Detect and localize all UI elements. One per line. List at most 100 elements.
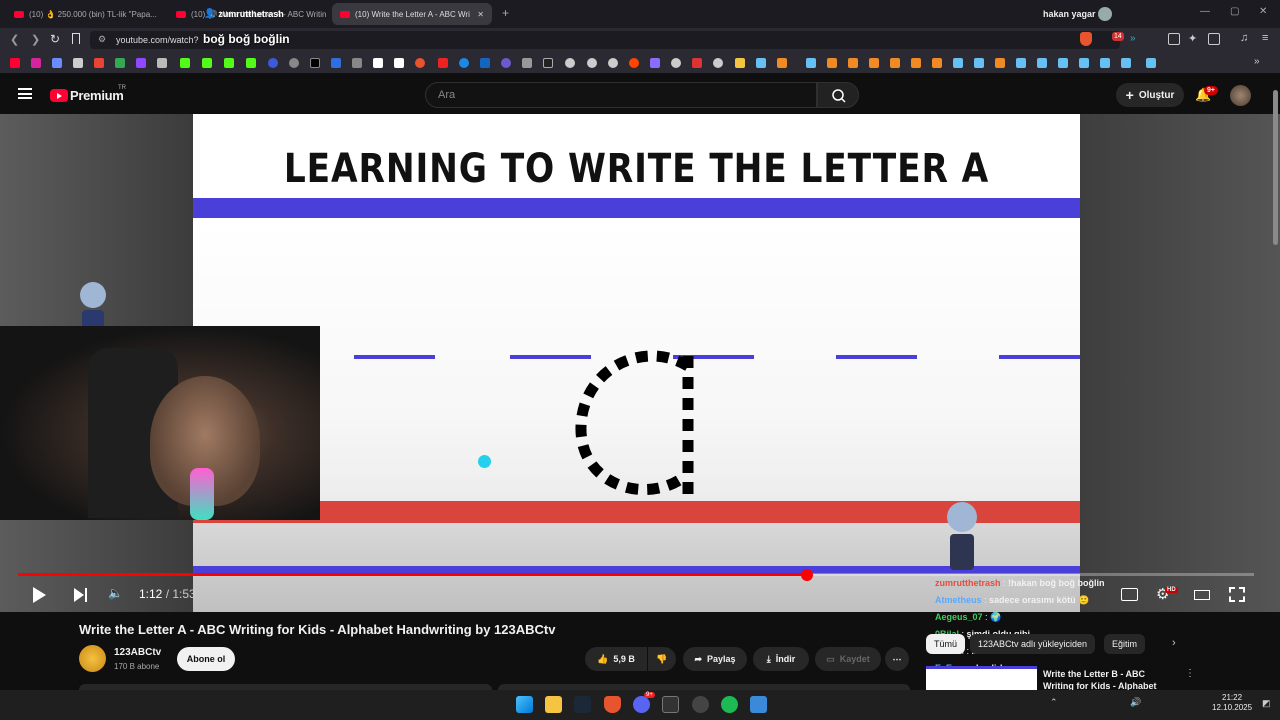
fullscreen-icon[interactable] bbox=[1229, 587, 1245, 602]
bookmark-icon[interactable] bbox=[650, 58, 660, 68]
bookmark-icon[interactable] bbox=[543, 58, 553, 68]
reload-icon[interactable]: ↻ bbox=[50, 32, 60, 46]
maximize-icon[interactable]: ▢ bbox=[1230, 6, 1239, 17]
brave-icon[interactable] bbox=[604, 696, 621, 713]
steam-bookmark-icon[interactable] bbox=[1037, 58, 1047, 68]
bookmark-icon[interactable] bbox=[289, 58, 299, 68]
back-icon[interactable]: ❮ bbox=[10, 33, 19, 46]
bookmark-icon[interactable] bbox=[373, 58, 383, 68]
music-icon[interactable]: ♫ bbox=[1240, 32, 1248, 44]
bookmark-icon[interactable] bbox=[890, 58, 900, 68]
menu-icon[interactable]: ≡ bbox=[1262, 32, 1268, 44]
sidebar-icon[interactable] bbox=[1208, 33, 1220, 45]
bookmark-icon[interactable] bbox=[72, 33, 80, 44]
youtube-logo-text[interactable]: Premium bbox=[70, 88, 124, 103]
more-actions-button[interactable]: ⋯ bbox=[885, 647, 909, 671]
youtube-logo-icon[interactable] bbox=[50, 89, 68, 102]
volume-icon[interactable]: 🔈 bbox=[108, 586, 123, 600]
kick-bookmark-icon[interactable] bbox=[246, 58, 256, 68]
avatar[interactable] bbox=[1230, 85, 1251, 106]
play-icon[interactable] bbox=[33, 587, 46, 603]
system-clock[interactable]: 21:22 12.10.2025 bbox=[1212, 693, 1252, 713]
forward-icon[interactable]: ❯ bbox=[31, 33, 40, 46]
bookmark-icon[interactable] bbox=[713, 58, 723, 68]
puzzle-icon[interactable]: ✦ bbox=[1188, 32, 1197, 45]
dislike-button[interactable]: 👎 bbox=[648, 647, 676, 671]
kick-bookmark-icon[interactable] bbox=[224, 58, 234, 68]
bookmark-icon[interactable] bbox=[522, 58, 532, 68]
kick-bookmark-icon[interactable] bbox=[202, 58, 212, 68]
kebab-menu-icon[interactable]: ⋮ bbox=[1185, 668, 1195, 679]
browser-tab-active[interactable]: (10) Write the Letter A - ABC Wri ✕ bbox=[332, 3, 492, 25]
more-bookmarks-icon[interactable]: » bbox=[1254, 56, 1260, 67]
spotify-icon[interactable] bbox=[721, 696, 738, 713]
chip-education[interactable]: Eğitim bbox=[1104, 634, 1146, 654]
theater-mode-icon[interactable] bbox=[1194, 590, 1210, 600]
site-info-icon[interactable]: ⚙ bbox=[98, 34, 106, 45]
next-video-thumbnail[interactable] bbox=[926, 666, 1037, 690]
bookmark-icon[interactable] bbox=[415, 58, 425, 68]
bookmark-icon[interactable] bbox=[911, 58, 921, 68]
url-field[interactable]: ⚙ youtube.com/watch? 71s boğ boğ boğlin bbox=[90, 31, 1120, 49]
bookmark-icon[interactable] bbox=[501, 58, 511, 68]
screenshot-icon[interactable] bbox=[1168, 33, 1180, 45]
chip-uploader[interactable]: 123ABCtv adlı yükleyiciden bbox=[970, 634, 1096, 654]
bookmark-icon[interactable] bbox=[608, 58, 618, 68]
bookmark-icon[interactable] bbox=[438, 58, 448, 68]
instagram-bookmark-icon[interactable] bbox=[31, 58, 41, 68]
steam-bookmark-icon[interactable] bbox=[1146, 58, 1156, 68]
steam-bookmark-icon[interactable] bbox=[1058, 58, 1068, 68]
close-window-icon[interactable]: ✕ bbox=[1259, 6, 1267, 17]
bookmark-icon[interactable] bbox=[692, 58, 702, 68]
speaker-icon[interactable]: 🔊 bbox=[1130, 697, 1141, 708]
app-icon[interactable] bbox=[662, 696, 679, 713]
steam-bookmark-icon[interactable] bbox=[1079, 58, 1089, 68]
file-explorer-icon[interactable] bbox=[545, 696, 562, 713]
folder-bookmark-icon[interactable] bbox=[735, 58, 745, 68]
bookmark-icon[interactable] bbox=[157, 58, 167, 68]
bookmark-icon[interactable] bbox=[777, 58, 787, 68]
like-button[interactable]: 👍 5,9 B bbox=[585, 647, 647, 671]
profile-avatar[interactable] bbox=[1098, 7, 1112, 21]
next-icon[interactable] bbox=[74, 588, 84, 602]
twitch-bookmark-icon[interactable] bbox=[136, 58, 146, 68]
subscribe-button[interactable]: Abone ol bbox=[177, 647, 235, 671]
steam-bookmark-icon[interactable] bbox=[806, 58, 816, 68]
chip-all[interactable]: Tümü bbox=[926, 634, 966, 654]
search-input[interactable]: Ara bbox=[425, 82, 817, 108]
bookmark-icon[interactable] bbox=[565, 58, 575, 68]
kick-bookmark-icon[interactable] bbox=[180, 58, 190, 68]
channel-name[interactable]: 123ABCtv bbox=[114, 647, 161, 658]
new-tab-button[interactable]: + bbox=[502, 6, 509, 20]
bookmark-icon[interactable] bbox=[268, 58, 278, 68]
bookmark-icon[interactable] bbox=[587, 58, 597, 68]
reddit-bookmark-icon[interactable] bbox=[629, 58, 639, 68]
bookmark-icon[interactable] bbox=[995, 58, 1005, 68]
create-button[interactable]: + Oluştur bbox=[1116, 83, 1184, 107]
discord-icon[interactable] bbox=[633, 696, 650, 713]
share-button[interactable]: ➦ Paylaş bbox=[683, 647, 747, 671]
bookmark-icon[interactable] bbox=[480, 58, 490, 68]
bookmark-icon[interactable] bbox=[52, 58, 62, 68]
bookmark-icon[interactable] bbox=[932, 58, 942, 68]
bookmark-icon[interactable] bbox=[459, 58, 469, 68]
steam-bookmark-icon[interactable] bbox=[756, 58, 766, 68]
youtube-bookmark-icon[interactable] bbox=[10, 58, 20, 68]
bookmark-icon[interactable] bbox=[352, 58, 362, 68]
close-tab-icon[interactable]: ✕ bbox=[477, 10, 484, 19]
app-icon[interactable] bbox=[750, 696, 767, 713]
chevron-right-icon[interactable]: › bbox=[1172, 637, 1176, 649]
drive-bookmark-icon[interactable] bbox=[115, 58, 125, 68]
windows-start-icon[interactable] bbox=[516, 696, 533, 713]
page-scrollbar[interactable] bbox=[1273, 90, 1278, 245]
bookmark-icon[interactable] bbox=[73, 58, 83, 68]
minimize-icon[interactable]: — bbox=[1200, 6, 1210, 17]
steam-bookmark-icon[interactable] bbox=[1100, 58, 1110, 68]
download-button[interactable]: ⤓ İndir bbox=[753, 647, 809, 671]
gmail-bookmark-icon[interactable] bbox=[94, 58, 104, 68]
bookmark-icon[interactable] bbox=[331, 58, 341, 68]
brave-shield-icon[interactable] bbox=[1080, 32, 1092, 46]
steam-icon[interactable] bbox=[574, 696, 591, 713]
next-video-title[interactable]: Write the Letter B - ABC Writing for Kid… bbox=[1043, 668, 1178, 690]
steam-bookmark-icon[interactable] bbox=[1016, 58, 1026, 68]
